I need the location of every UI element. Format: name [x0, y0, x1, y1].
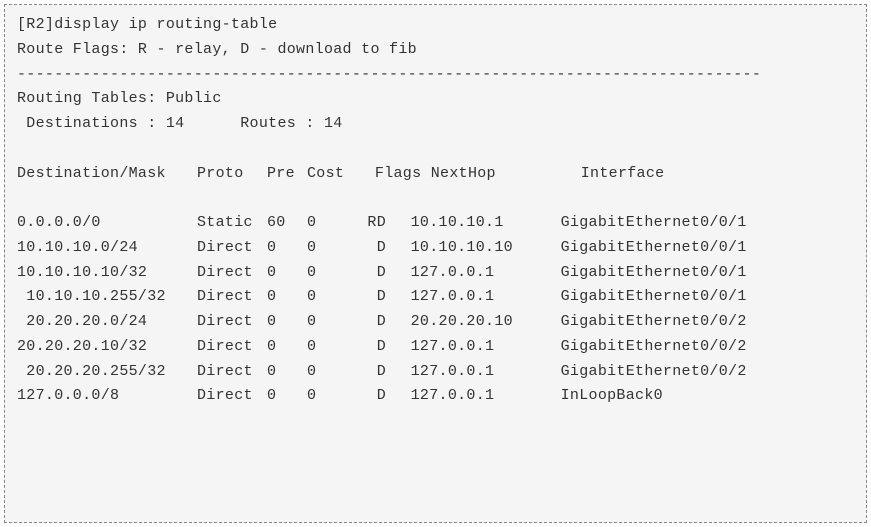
- routes-label: Routes :: [184, 115, 324, 132]
- cell-pre: 0: [267, 236, 307, 261]
- cell-pre: 0: [267, 384, 307, 409]
- cell-iface: GigabitEthernet0/0/1: [561, 211, 747, 236]
- hdr-cost: Cost: [307, 162, 347, 187]
- gap: [392, 338, 411, 355]
- cell-cost: 0: [307, 384, 347, 409]
- hdr-proto: Proto: [197, 162, 267, 187]
- cell-cost: 0: [307, 310, 347, 335]
- table-row: 20.20.20.0/24Direct00D 20.20.20.10Gigabi…: [17, 310, 854, 335]
- cell-dest: 20.20.20.255/32: [17, 360, 197, 385]
- cell-proto: Direct: [197, 360, 267, 385]
- cell-nexthop: 127.0.0.1: [411, 285, 561, 310]
- cell-proto: Direct: [197, 261, 267, 286]
- cell-cost: 0: [307, 285, 347, 310]
- cell-proto: Direct: [197, 384, 267, 409]
- cell-iface: GigabitEthernet0/0/1: [561, 285, 747, 310]
- routing-tables-header: Routing Tables: Public: [17, 87, 854, 112]
- cell-nexthop: 127.0.0.1: [411, 335, 561, 360]
- dest-label: Destinations :: [17, 115, 166, 132]
- cell-dest: 20.20.20.0/24: [17, 310, 197, 335]
- cell-pre: 0: [267, 335, 307, 360]
- blank-line: [17, 186, 854, 211]
- hdr-nexthop: NextHop: [431, 162, 581, 187]
- hdr-flags: Flags: [375, 165, 422, 182]
- cell-pre: 0: [267, 360, 307, 385]
- cell-proto: Direct: [197, 335, 267, 360]
- table-row: 20.20.20.255/32Direct00D 127.0.0.1Gigabi…: [17, 360, 854, 385]
- cell-flags: D: [347, 360, 392, 385]
- cell-nexthop: 20.20.20.10: [411, 310, 561, 335]
- cell-proto: Direct: [197, 310, 267, 335]
- routes-count: 14: [324, 115, 343, 132]
- table-row: 10.10.10.10/32Direct00D 127.0.0.1Gigabit…: [17, 261, 854, 286]
- dest-count: 14: [166, 115, 185, 132]
- cell-dest: 10.10.10.10/32: [17, 261, 197, 286]
- cell-nexthop: 10.10.10.1: [411, 211, 561, 236]
- cell-flags: D: [347, 285, 392, 310]
- table-row: 127.0.0.0/8Direct00D 127.0.0.1InLoopBack…: [17, 384, 854, 409]
- hdr-pre: Pre: [267, 162, 307, 187]
- cell-nexthop: 10.10.10.10: [411, 236, 561, 261]
- cell-cost: 0: [307, 360, 347, 385]
- cell-iface: InLoopBack0: [561, 384, 663, 409]
- hdr-flags-gap: [347, 165, 375, 182]
- cell-flags: RD: [347, 211, 392, 236]
- separator-line: ----------------------------------------…: [17, 63, 854, 88]
- table-body: 0.0.0.0/0Static600RD 10.10.10.1GigabitEt…: [17, 211, 854, 409]
- cell-dest: 0.0.0.0/0: [17, 211, 197, 236]
- cell-iface: GigabitEthernet0/0/2: [561, 335, 747, 360]
- route-flags-legend: Route Flags: R - relay, D - download to …: [17, 38, 854, 63]
- cell-cost: 0: [307, 261, 347, 286]
- table-row: 0.0.0.0/0Static600RD 10.10.10.1GigabitEt…: [17, 211, 854, 236]
- cell-cost: 0: [307, 335, 347, 360]
- gap: [392, 363, 411, 380]
- gap: [392, 313, 411, 330]
- cell-iface: GigabitEthernet0/0/1: [561, 261, 747, 286]
- cell-flags: D: [347, 236, 392, 261]
- gap: [392, 239, 411, 256]
- table-row: 20.20.20.10/32Direct00D 127.0.0.1Gigabit…: [17, 335, 854, 360]
- cell-pre: 0: [267, 310, 307, 335]
- cell-dest: 127.0.0.0/8: [17, 384, 197, 409]
- terminal-output: [R2]display ip routing-table Route Flags…: [4, 4, 867, 523]
- cell-flags: D: [347, 261, 392, 286]
- hdr-dest: Destination/Mask: [17, 162, 197, 187]
- cell-flags: D: [347, 335, 392, 360]
- cell-dest: 10.10.10.255/32: [17, 285, 197, 310]
- command-line: [R2]display ip routing-table: [17, 13, 854, 38]
- cell-proto: Static: [197, 211, 267, 236]
- cell-dest: 10.10.10.0/24: [17, 236, 197, 261]
- cell-pre: 0: [267, 261, 307, 286]
- gap: [392, 264, 411, 281]
- gap: [392, 214, 411, 231]
- cell-pre: 0: [267, 285, 307, 310]
- cell-iface: GigabitEthernet0/0/2: [561, 310, 747, 335]
- cell-pre: 60: [267, 211, 307, 236]
- table-row: 10.10.10.0/24Direct00D 10.10.10.10Gigabi…: [17, 236, 854, 261]
- cell-cost: 0: [307, 211, 347, 236]
- blank-line: [17, 137, 854, 162]
- cell-flags: D: [347, 384, 392, 409]
- cell-proto: Direct: [197, 285, 267, 310]
- table-header-row: Destination/MaskProtoPreCost Flags NextH…: [17, 162, 854, 187]
- cell-nexthop: 127.0.0.1: [411, 384, 561, 409]
- cell-nexthop: 127.0.0.1: [411, 360, 561, 385]
- hdr-gap: [421, 165, 430, 182]
- cell-dest: 20.20.20.10/32: [17, 335, 197, 360]
- cell-proto: Direct: [197, 236, 267, 261]
- summary-line: Destinations : 14 Routes : 14: [17, 112, 854, 137]
- hdr-iface: Interface: [581, 162, 665, 187]
- cell-iface: GigabitEthernet0/0/1: [561, 236, 747, 261]
- cell-iface: GigabitEthernet0/0/2: [561, 360, 747, 385]
- cell-nexthop: 127.0.0.1: [411, 261, 561, 286]
- gap: [392, 288, 411, 305]
- cell-flags: D: [347, 310, 392, 335]
- cell-cost: 0: [307, 236, 347, 261]
- table-row: 10.10.10.255/32Direct00D 127.0.0.1Gigabi…: [17, 285, 854, 310]
- gap: [392, 387, 411, 404]
